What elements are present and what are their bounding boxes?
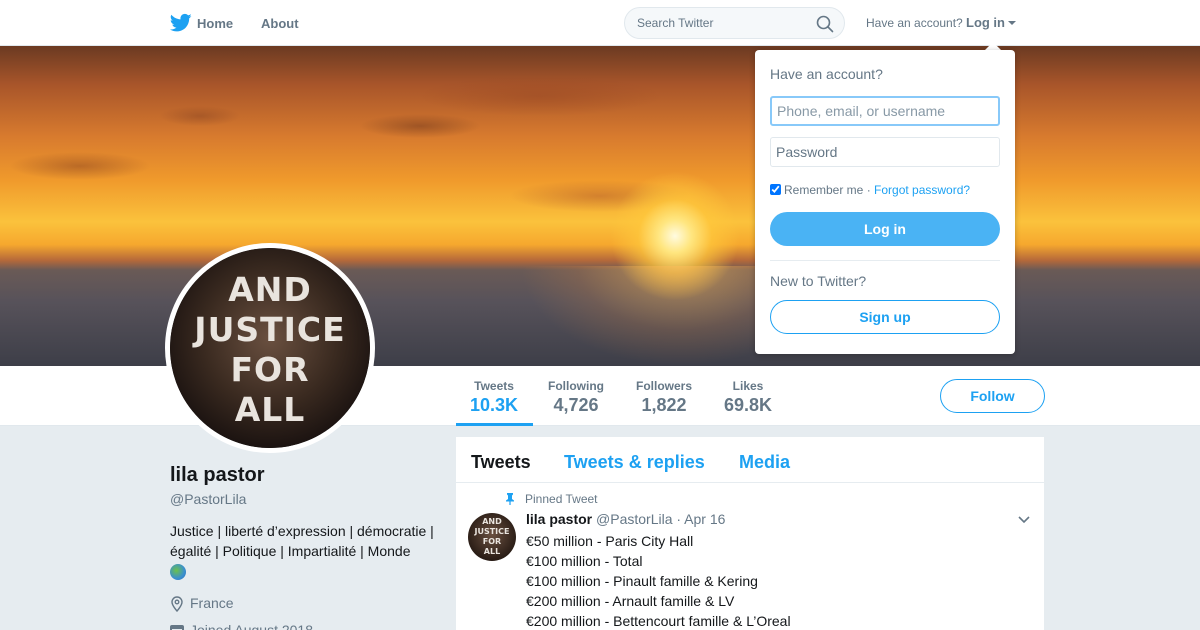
timeline-tabs: Tweets Tweets & replies Media <box>456 437 1044 483</box>
profile-joined: Joined August 2018 <box>170 622 313 630</box>
login-button[interactable]: Log in <box>770 212 1000 246</box>
stat-followers[interactable]: Followers 1,822 <box>636 379 692 416</box>
tweet-header: lila pastor @PastorLila · Apr 16 <box>526 511 725 527</box>
avatar-line: AND <box>228 270 312 309</box>
tweet-line: €200 million - Arnault famille & LV <box>526 593 735 609</box>
tweet-line: €200 million - Bettencourt famille & L’O… <box>526 613 791 629</box>
stat-likes[interactable]: Likes 69.8K <box>724 379 772 416</box>
banner-clouds <box>0 46 1200 236</box>
avatar-lettering: AND JUSTICE FOR ALL <box>170 270 370 430</box>
avatar-line: JUSTICE <box>474 527 510 536</box>
tab-media[interactable]: Media <box>739 452 790 473</box>
pushpin-icon <box>506 493 514 505</box>
stat-value: 4,726 <box>553 395 599 415</box>
nav-about-link[interactable]: About <box>261 16 299 31</box>
location-text: France <box>190 595 234 611</box>
nav-login-link[interactable]: Log in <box>966 15 1005 30</box>
new-to-twitter-text: New to Twitter? <box>770 273 867 289</box>
joined-text: Joined August 2018 <box>190 622 313 630</box>
chevron-down-icon[interactable] <box>1018 516 1030 524</box>
pinned-tweet-label: Pinned Tweet <box>525 492 598 506</box>
password-input[interactable] <box>770 137 1000 167</box>
remember-checkbox[interactable] <box>770 184 781 195</box>
stat-value: 1,822 <box>641 395 687 415</box>
tweet-avatar[interactable]: AND JUSTICE FOR ALL <box>468 513 516 561</box>
avatar-image: AND JUSTICE FOR ALL <box>170 248 370 448</box>
avatar-line: AND <box>482 517 502 526</box>
profile-location: France <box>170 595 234 613</box>
location-pin-icon <box>171 596 183 613</box>
stat-tweets[interactable]: Tweets 10.3K <box>470 379 518 416</box>
tweet-author-name[interactable]: lila pastor <box>526 511 592 527</box>
tweet-line: €100 million - Total <box>526 553 643 569</box>
login-dropdown: Have an account? Remember me · Forgot pa… <box>755 50 1015 354</box>
forgot-password-link[interactable]: Forgot password? <box>874 183 970 197</box>
tweet-line: €50 million - Paris City Hall <box>526 533 694 549</box>
remember-row: Remember me · Forgot password? <box>770 183 970 197</box>
avatar-line: FOR <box>230 350 310 389</box>
username-input[interactable] <box>770 96 1000 126</box>
signup-button[interactable]: Sign up <box>770 300 1000 334</box>
stat-following[interactable]: Following 4,726 <box>548 379 604 416</box>
stat-label: Following <box>548 379 604 393</box>
timeline: Tweets Tweets & replies Media Pinned Twe… <box>456 437 1044 630</box>
stat-label: Followers <box>636 379 693 393</box>
avatar-line: ALL <box>234 390 306 429</box>
tab-tweets[interactable]: Tweets <box>471 452 531 473</box>
tweet-line: €100 million - Pinault famille & Kering <box>526 573 758 589</box>
stat-label: Likes <box>732 379 764 393</box>
calendar-icon <box>170 624 184 630</box>
avatar-line: ALL <box>483 547 501 556</box>
follow-button[interactable]: Follow <box>940 379 1045 413</box>
active-stat-underline <box>456 423 533 426</box>
twitter-bird-icon[interactable] <box>170 13 192 33</box>
tab-tweets-and-replies[interactable]: Tweets & replies <box>564 452 705 473</box>
remember-separator: · <box>863 183 875 197</box>
stat-label: Tweets <box>474 379 514 393</box>
tweet-avatar-lettering: AND JUSTICE FOR ALL <box>468 517 516 557</box>
profile-bio: Justice | liberté d’expression | démocra… <box>170 521 440 581</box>
search-box[interactable]: Search Twitter <box>624 7 845 39</box>
dropdown-arrow <box>985 42 1001 50</box>
profile-avatar[interactable]: AND JUSTICE FOR ALL <box>165 243 375 453</box>
stat-value: 69.8K <box>724 395 773 415</box>
globe-emoji-icon <box>170 564 186 581</box>
stat-value: 10.3K <box>470 395 519 415</box>
remember-label[interactable]: Remember me <box>784 183 863 197</box>
search-icon[interactable] <box>816 15 834 33</box>
nav-home-link[interactable]: Home <box>197 16 233 31</box>
tweet-author-meta[interactable]: @PastorLila · Apr 16 <box>596 511 725 527</box>
dropdown-title: Have an account? <box>770 66 883 82</box>
tweet-text: €50 million - Paris City Hall €100 milli… <box>526 531 791 630</box>
caret-down-icon[interactable] <box>1008 21 1016 25</box>
profile-name[interactable]: lila pastor <box>170 464 264 487</box>
avatar-line: JUSTICE <box>194 310 346 349</box>
top-nav: Home About Search Twitter Have an accoun… <box>0 0 1200 46</box>
have-account-text: Have an account? <box>866 16 963 30</box>
avatar-line: FOR <box>482 537 502 546</box>
profile-handle[interactable]: @PastorLila <box>170 491 246 507</box>
bio-text: Justice | liberté d’expression | démocra… <box>170 523 434 559</box>
search-input[interactable]: Search Twitter <box>637 16 713 30</box>
divider <box>770 260 1000 261</box>
